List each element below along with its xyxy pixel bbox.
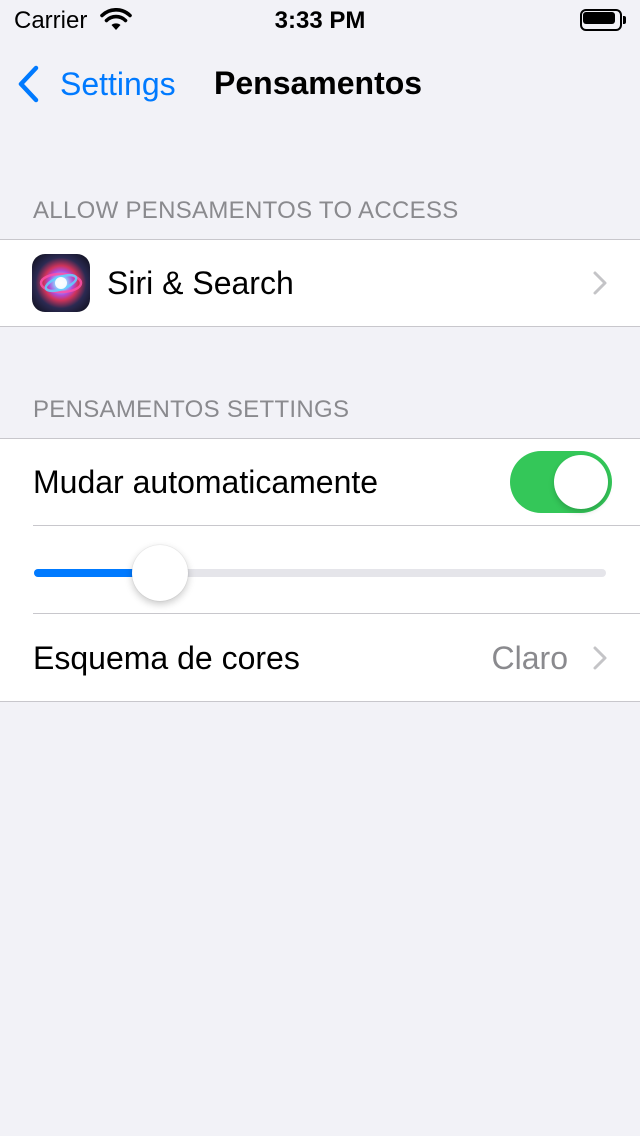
back-button-label: Settings [60, 65, 176, 102]
siri-search-label: Siri & Search [107, 265, 294, 301]
auto-switch-row: Mudar automaticamente [0, 439, 640, 526]
auto-switch-label: Mudar automaticamente [33, 464, 379, 500]
siri-icon [32, 254, 90, 312]
section-header-access: ALLOW PENSAMENTOS TO ACCESS [33, 197, 459, 224]
siri-search-row[interactable]: Siri & Search [0, 240, 640, 326]
color-scheme-row[interactable]: Esquema de cores Claro [0, 614, 640, 702]
status-time: 3:33 PM [274, 7, 366, 34]
navigation-bar: Settings Pensamentos [0, 40, 640, 128]
auto-switch-toggle[interactable] [510, 451, 612, 513]
access-group: Siri & Search [0, 239, 640, 327]
chevron-left-icon [18, 65, 39, 103]
slider-thumb[interactable] [132, 545, 189, 601]
chevron-right-icon [593, 271, 607, 295]
toggle-knob [554, 455, 608, 509]
slider-track[interactable] [34, 569, 606, 577]
slider-row [0, 526, 640, 614]
color-scheme-value: Claro [491, 640, 568, 676]
back-button[interactable]: Settings [16, 62, 176, 106]
settings-group: Mudar automaticamente Esquema de cores C… [0, 438, 640, 702]
battery-icon [580, 9, 626, 31]
status-bar: Carrier 3:33 PM [0, 0, 640, 40]
color-scheme-label: Esquema de cores [33, 640, 300, 676]
chevron-right-icon [593, 646, 607, 670]
section-header-settings: PENSAMENTOS SETTINGS [33, 396, 350, 423]
page-title: Pensamentos [214, 65, 423, 101]
